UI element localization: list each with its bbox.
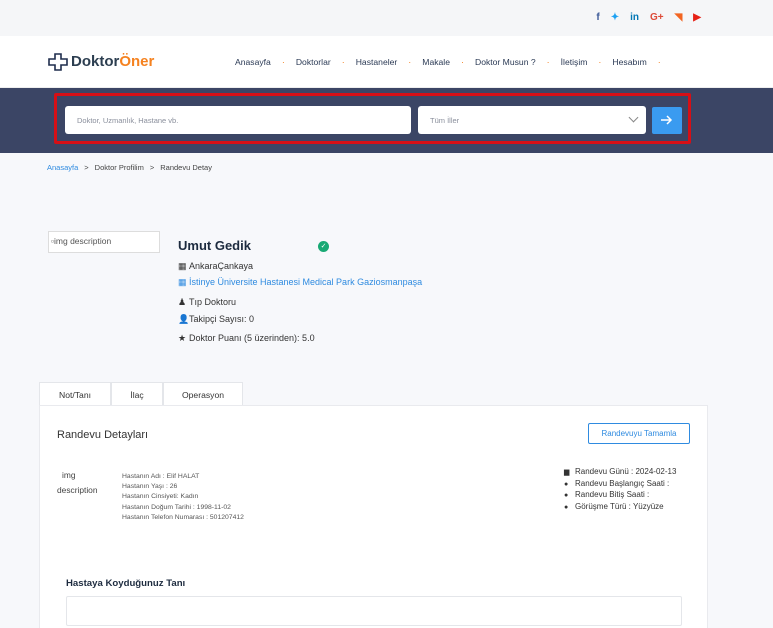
complete-appointment-button[interactable]: Randevuyu Tamamla	[588, 423, 690, 444]
hospital-icon: ▦	[178, 277, 187, 287]
nav-hastaneler[interactable]: Hastaneler	[345, 57, 409, 67]
doctor-hospital[interactable]: ▦ İstinye Üniversite Hastanesi Medical Pa…	[178, 277, 422, 288]
doctor-icon: ♟	[178, 297, 187, 307]
user-plus-icon: 👤	[178, 314, 190, 324]
tab-bar: Not/Tanı İlaç Operasyon	[39, 382, 243, 406]
breadcrumb-current: Randevu Detay	[160, 163, 212, 172]
appointment-panel: Randevu Detayları Randevuyu Tamamla img …	[39, 405, 708, 628]
verified-check-icon: ✓	[318, 241, 329, 252]
chat-icon: ●	[564, 503, 569, 511]
nav-doktorlar[interactable]: Doktorlar	[285, 57, 342, 67]
appointment-info: ▆ Randevu Günü : 2024-02-13 ● Randevu Başl…	[564, 467, 676, 513]
linkedin-icon[interactable]: in	[630, 13, 639, 23]
clock-icon: ●	[564, 492, 569, 500]
doctor-specialty: ♟ Tıp Doktoru	[178, 297, 237, 307]
doctor-location: ▦ AnkaraÇankaya	[178, 261, 254, 271]
twitter-icon[interactable]: ✦	[611, 13, 619, 23]
google-plus-icon[interactable]: G+	[650, 13, 664, 23]
arrow-right-icon	[661, 115, 673, 125]
logo-plus-icon	[48, 52, 68, 71]
search-input[interactable]: Doktor, Uzmanlık, Hastane vb.	[65, 106, 411, 134]
patient-photo: img description	[57, 468, 98, 498]
youtube-icon[interactable]: ▶	[693, 13, 701, 23]
breadcrumb-separator: >	[84, 163, 89, 172]
breadcrumb-separator: >	[149, 163, 155, 172]
patient-phone: Hastanın Telefon Numarası : 501207412	[122, 513, 244, 521]
appointment-start: ● Randevu Başlangıç Saati :	[564, 479, 676, 491]
patient-gender: Hastanın Cinsiyeti: Kadın	[122, 493, 199, 501]
breadcrumb-doctor-profile[interactable]: Doktor Profilim	[95, 163, 144, 172]
nav-makale[interactable]: Makale	[411, 57, 461, 67]
chevron-down-icon	[628, 112, 639, 123]
doctor-name: Umut Gedik	[178, 238, 251, 253]
city-select[interactable]: Tüm İller	[418, 106, 646, 134]
doctor-photo-alt: img description	[54, 236, 112, 246]
doctor-photo: ▫img description	[48, 231, 160, 253]
appointment-date: ▆ Randevu Günü : 2024-02-13	[564, 467, 676, 479]
patient-birthdate: Hastanın Doğum Tarihi : 1998-11-02	[122, 503, 231, 511]
patient-age: Hastanın Yaşı : 26	[122, 483, 178, 491]
city-select-value: Tüm İller	[430, 116, 460, 125]
logo-text-primary: Doktor	[71, 53, 120, 70]
facebook-icon[interactable]: f	[596, 13, 599, 23]
doctor-followers: 👤Takipçi Sayısı: 0	[178, 314, 255, 324]
calendar-icon: ▆	[564, 469, 570, 476]
rss-icon[interactable]: ◥	[675, 13, 683, 23]
clock-icon: ●	[564, 480, 569, 488]
patient-name: Hastanın Adı : Elif HALAT	[122, 473, 200, 480]
search-band: Doktor, Uzmanlık, Hastane vb. Tüm İller	[0, 88, 773, 153]
panel-title: Randevu Detayları	[57, 429, 149, 441]
nav-doktor-musun[interactable]: Doktor Musun ?	[464, 57, 547, 67]
tab-not-tani[interactable]: Not/Tanı	[39, 382, 111, 406]
appointment-end: ● Randevu Bitiş Saati :	[564, 490, 676, 502]
main-nav: Anasayfa · Doktorlar · Hastaneler · Makale ·…	[224, 57, 661, 67]
nav-anasayfa[interactable]: Anasayfa	[224, 57, 282, 67]
star-icon: ★	[178, 333, 187, 343]
tab-ilac[interactable]: İlaç	[111, 382, 163, 406]
top-social-bar: f ✦ in G+ ◥ ▶	[0, 0, 773, 36]
building-icon: ▦	[178, 261, 187, 271]
site-logo[interactable]: Doktor Öner	[48, 52, 218, 71]
nav-iletisim[interactable]: İletişim	[550, 57, 599, 67]
diagnosis-label: Hastaya Koyduğunuz Tanı	[66, 578, 186, 589]
breadcrumb-home[interactable]: Anasayfa	[47, 163, 78, 172]
logo-text-accent: Öner	[119, 53, 155, 70]
diagnosis-input[interactable]	[66, 596, 682, 626]
appointment-type: ● Görüşme Türü : Yüzyüze	[564, 502, 676, 514]
patient-photo-alt-line1: img	[62, 470, 76, 480]
main-header: Doktor Öner Anasayfa · Doktorlar · Hastanel…	[0, 36, 773, 88]
doctor-rating: ★ Doktor Puanı (5 üzerinden): 5.0	[178, 333, 315, 343]
nav-separator: ·	[657, 56, 661, 67]
breadcrumb: Anasayfa > Doktor Profilim > Randevu Det…	[47, 163, 212, 172]
search-button[interactable]	[652, 107, 682, 134]
patient-info: Hastanın Adı : Elif HALAT Hastanın Yaşı …	[122, 472, 244, 523]
nav-hesabim[interactable]: Hesabım	[601, 57, 657, 67]
patient-photo-alt-line2: description	[57, 485, 98, 495]
tab-operasyon[interactable]: Operasyon	[163, 382, 243, 406]
